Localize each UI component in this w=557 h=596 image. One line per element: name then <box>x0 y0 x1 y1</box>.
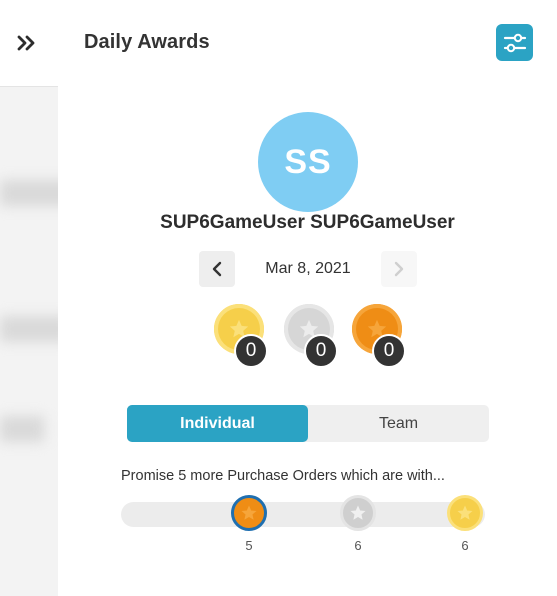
panel-title: Daily Awards <box>84 31 210 53</box>
bronze-medal-count: 0 <box>372 334 406 368</box>
bronze-medal: 0 <box>352 304 406 368</box>
silver-medal-count: 0 <box>304 334 338 368</box>
current-date: Mar 8, 2021 <box>265 260 351 277</box>
tab-team[interactable]: Team <box>308 405 489 442</box>
daily-awards-panel: Daily Awards SS SUP6GameUser SUP6GameUse… <box>58 0 557 596</box>
divider <box>0 86 58 87</box>
gold-medal-count: 0 <box>234 334 268 368</box>
medal-summary: 0 0 0 <box>214 304 406 370</box>
goal-progress-track <box>121 502 485 527</box>
silver-medal: 0 <box>284 304 338 368</box>
gold-milestone <box>447 495 483 531</box>
star-icon <box>241 505 257 520</box>
avatar-initials: SS <box>284 142 332 181</box>
filter-settings-button[interactable] <box>496 24 533 61</box>
previous-date-button[interactable] <box>199 251 235 287</box>
sliders-icon <box>503 33 526 52</box>
gold-milestone-label: 6 <box>461 538 469 553</box>
star-icon <box>350 505 366 520</box>
avatar: SS <box>258 112 358 212</box>
user-name: SUP6GameUser SUP6GameUser <box>160 212 455 233</box>
bronze-milestone <box>231 495 267 531</box>
chevron-left-icon <box>212 261 222 277</box>
double-chevron-right-icon <box>17 35 35 51</box>
tab-individual[interactable]: Individual <box>127 405 308 442</box>
date-navigator: Mar 8, 2021 <box>199 251 417 287</box>
silver-milestone-label: 6 <box>354 538 362 553</box>
next-date-button[interactable] <box>381 251 417 287</box>
silver-milestone <box>340 495 376 531</box>
view-toggle: Individual Team <box>127 405 489 442</box>
collapse-panel-button[interactable] <box>14 31 40 55</box>
background-page <box>0 0 58 596</box>
star-icon <box>457 505 473 520</box>
goal-description: Promise 5 more Purchase Orders which are… <box>121 468 445 484</box>
bronze-milestone-label: 5 <box>245 538 253 553</box>
gold-medal: 0 <box>214 304 268 368</box>
chevron-right-icon <box>394 261 404 277</box>
